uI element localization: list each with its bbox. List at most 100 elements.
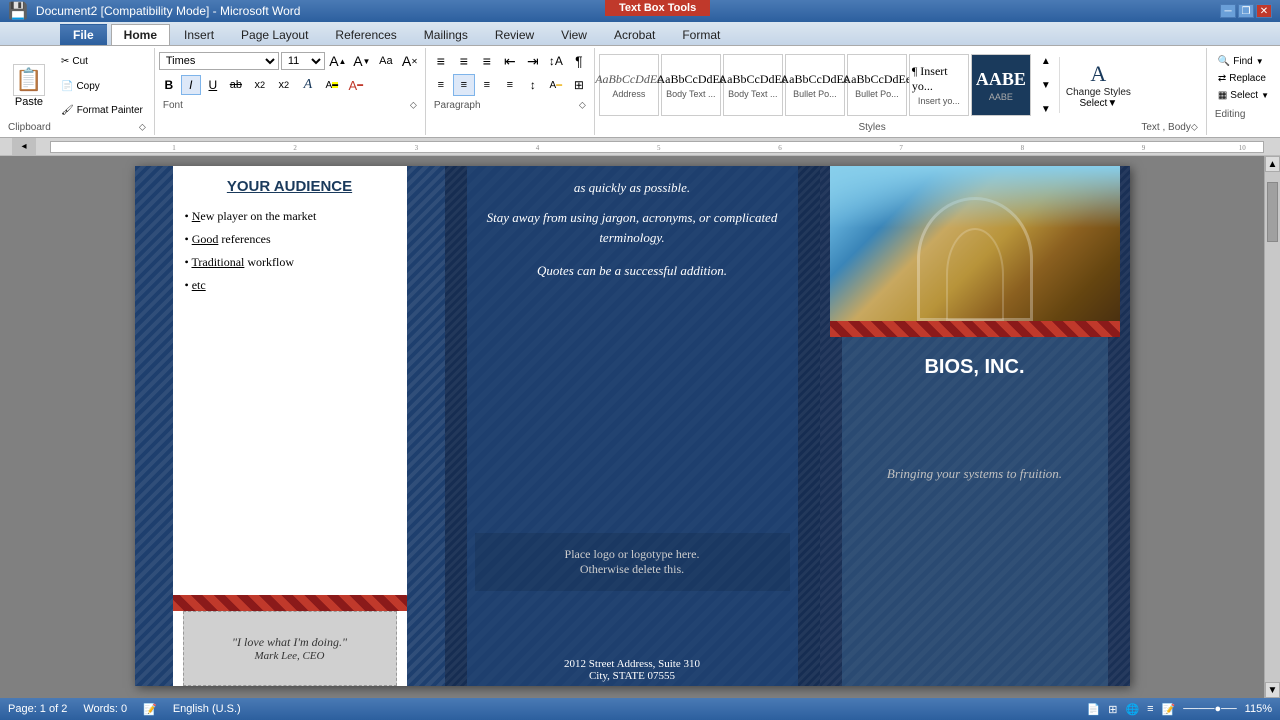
panel2-text2: Stay away from using jargon, acronyms, o… (483, 208, 782, 247)
view-outline-btn[interactable]: ≡ (1147, 703, 1153, 715)
bullet-3: • Traditional workflow (185, 255, 395, 270)
tab-review[interactable]: Review (482, 24, 547, 45)
zoom-slider[interactable]: ────●── (1183, 703, 1236, 715)
strikethrough-button[interactable]: ab (225, 74, 247, 96)
tab-pagelayout[interactable]: Page Layout (228, 24, 321, 45)
scroll-down-arrow[interactable]: ▼ (1265, 682, 1280, 698)
language-indicator: English (U.S.) (173, 703, 241, 715)
paragraph-group: ≡ ≡ ≡ ⇤ ⇥ ↕A ¶ ≡ ≡ ≡ ≡ ↕ A▬ ⊞ Paragraph … (426, 48, 595, 135)
tab-acrobat[interactable]: Acrobat (601, 24, 668, 45)
close-btn[interactable]: ✕ (1256, 4, 1272, 18)
numbering-button[interactable]: ≡ (453, 50, 475, 72)
replace-button[interactable]: ⇄ Replace (1213, 71, 1274, 86)
vertical-scrollbar[interactable]: ▲ ▼ (1264, 156, 1280, 698)
paste-button[interactable]: 📋 Paste (4, 52, 54, 120)
font-size-select[interactable]: 11 (281, 52, 325, 70)
dropdown-arrow-icon: ▼ (1107, 98, 1117, 109)
tab-insert[interactable]: Insert (171, 24, 227, 45)
font-family-select[interactable]: Times (159, 52, 279, 70)
format-painter-button[interactable]: 🖌 Format Painter (56, 103, 148, 118)
style-aabe[interactable]: AABE AABE (971, 54, 1031, 116)
borders-button[interactable]: ⊞ (568, 74, 590, 96)
view-print-btn[interactable]: 📄 (1087, 703, 1101, 716)
style-body1-label: Body Text ... (666, 89, 715, 99)
minimize-btn[interactable]: ─ (1220, 4, 1236, 18)
subscript-button[interactable]: x2 (249, 74, 271, 96)
text-effects-button[interactable]: A (297, 74, 319, 96)
clipboard-dialog-btn[interactable]: ⬦ (139, 122, 146, 133)
font-group: Times 11 A▲ A▼ Aa A✕ B I U ab x2 x2 A A▬… (155, 48, 426, 135)
style-body-text2[interactable]: AaBbCcDdEe Body Text ... (723, 54, 783, 116)
align-left-button[interactable]: ≡ (430, 74, 452, 96)
styles-scroll-down[interactable]: ▼ (1035, 74, 1057, 96)
tab-references[interactable]: References (322, 24, 409, 45)
document-area: ◂ 1 2 3 4 5 6 7 8 9 10 (0, 138, 1280, 698)
style-bullet2[interactable]: AaBbCcDdEe Bullet Po... (847, 54, 907, 116)
increase-indent-button[interactable]: ⇥ (522, 50, 544, 72)
sort-button[interactable]: ↕A (545, 50, 567, 72)
page-indicator: Page: 1 of 2 (8, 703, 67, 715)
select-dropdown[interactable]: Select ▼ (1080, 98, 1118, 109)
scroll-thumb[interactable] (1267, 182, 1278, 242)
tab-mailings[interactable]: Mailings (411, 24, 481, 45)
italic-button[interactable]: I (181, 75, 201, 95)
panel1-left-stripe (135, 166, 173, 686)
align-right-button[interactable]: ≡ (476, 74, 498, 96)
change-case-button[interactable]: Aa (375, 50, 397, 72)
styles-more[interactable]: ▼ (1035, 98, 1057, 120)
zoom-level: 115% (1245, 703, 1272, 715)
bold-button[interactable]: B (159, 75, 179, 95)
change-styles-button[interactable]: Change Styles (1066, 87, 1131, 98)
view-fullscreen-btn[interactable]: ⊞ (1108, 703, 1117, 716)
textbox-tools-tab[interactable]: Text Box Tools (605, 0, 710, 16)
copy-button[interactable]: 📄 Copy (56, 79, 148, 94)
panel1-red-stripe (173, 595, 407, 611)
window-controls[interactable]: ─ ❐ ✕ (1220, 4, 1272, 18)
superscript-button[interactable]: x2 (273, 74, 295, 96)
font-color-button[interactable]: A▬ (345, 74, 367, 96)
panel3-tagline: Bringing your systems to fruition. (830, 466, 1120, 482)
view-draft-btn[interactable]: 📝 (1162, 703, 1176, 716)
panel1-quote-box[interactable]: "I love what I'm doing." Mark Lee, CEO (183, 611, 397, 686)
justify-button[interactable]: ≡ (499, 74, 521, 96)
shading-button[interactable]: A▬ (545, 74, 567, 96)
style-address-preview: AaBbCcDdEe (595, 72, 662, 87)
styles-dialog-btn[interactable]: ⬦ (1191, 122, 1198, 133)
style-address[interactable]: AaBbCcDdEe Address (599, 54, 659, 116)
title-bar-title: Document2 [Compatibility Mode] - Microso… (36, 4, 301, 18)
panel2-logo-text: Place logo or logotype here. (489, 547, 776, 562)
paste-icon: 📋 (13, 64, 45, 96)
clear-format-button[interactable]: A✕ (399, 50, 421, 72)
underline-button[interactable]: U (203, 75, 223, 95)
decrease-indent-button[interactable]: ⇤ (499, 50, 521, 72)
pages-container: YOUR AUDIENCE • New player on the market… (0, 156, 1264, 698)
tab-file[interactable]: File (60, 24, 107, 45)
tab-format[interactable]: Format (669, 24, 733, 45)
font-dialog-btn[interactable]: ⬦ (410, 100, 417, 111)
view-web-btn[interactable]: 🌐 (1125, 703, 1139, 716)
select-button[interactable]: ▦ Select ▼ (1213, 88, 1274, 103)
style-bullet1[interactable]: AaBbCcDdEe Bullet Po... (785, 54, 845, 116)
style-insert-preview: ¶ Insert yo... (912, 64, 966, 94)
scroll-up-arrow[interactable]: ▲ (1265, 156, 1280, 172)
text-highlight-button[interactable]: A▬ (321, 74, 343, 96)
grow-font-button[interactable]: A▲ (327, 50, 349, 72)
line-spacing-button[interactable]: ↕ (522, 74, 544, 96)
tab-home[interactable]: Home (111, 24, 170, 45)
style-body-text1[interactable]: AaBbCcDdEe Body Text ... (661, 54, 721, 116)
para-dialog-btn[interactable]: ⬦ (579, 100, 586, 111)
restore-btn[interactable]: ❐ (1238, 4, 1254, 18)
bullets-button[interactable]: ≡ (430, 50, 452, 72)
style-bullet1-label: Bullet Po... (793, 89, 837, 99)
spell-check-icon[interactable]: 📝 (143, 703, 157, 716)
find-button[interactable]: 🔍 Find ▼ (1213, 54, 1274, 69)
tab-view[interactable]: View (548, 24, 600, 45)
multilevel-list-button[interactable]: ≡ (476, 50, 498, 72)
cut-button[interactable]: ✂ Cut (56, 54, 148, 69)
align-center-button[interactable]: ≡ (453, 74, 475, 96)
text-body-label: Text , Body (1141, 122, 1190, 133)
shrink-font-button[interactable]: A▼ (351, 50, 373, 72)
styles-scroll-up[interactable]: ▲ (1035, 50, 1057, 72)
style-insert[interactable]: ¶ Insert yo... Insert yo... (909, 54, 969, 116)
show-marks-button[interactable]: ¶ (568, 50, 590, 72)
